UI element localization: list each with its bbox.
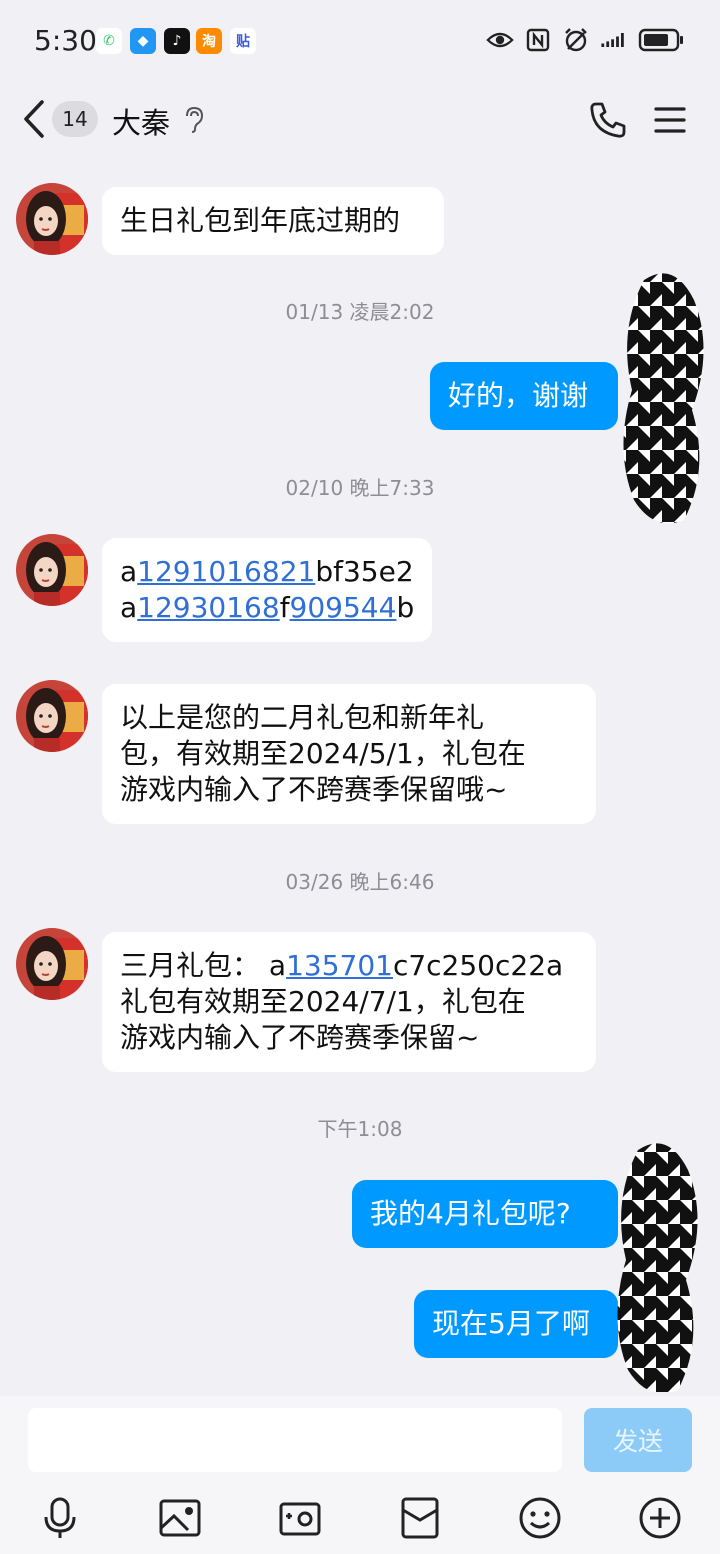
outgoing-message-bubble[interactable]: 我的4月礼包呢?	[352, 1180, 618, 1248]
contact-avatar[interactable]	[16, 928, 88, 1000]
message-text: 好的，谢谢	[448, 379, 589, 412]
timestamp-divider: 03/26 晚上6:46	[285, 870, 435, 894]
message-text: a	[120, 555, 138, 588]
contact-avatar[interactable]	[16, 680, 88, 752]
message-text: 以上是您的二月礼包和新年礼	[120, 701, 485, 734]
redaction-scribble	[608, 1140, 712, 1396]
message-text: bf35e2	[315, 555, 414, 588]
message-text: 生日礼包到年底过期的	[120, 204, 401, 237]
tieba-app-icon: 贴	[230, 28, 256, 54]
message-line: a1291016821bf35e2	[120, 554, 414, 590]
message-line: 游戏内输入了不跨赛季保留哦~	[120, 772, 578, 808]
message-line: 现在5月了啊	[432, 1306, 600, 1342]
message-text: 游戏内输入了不跨赛季保留~	[120, 1021, 480, 1054]
voice-call-button[interactable]	[588, 100, 628, 140]
image-icon[interactable]	[158, 1496, 202, 1540]
message-line: a12930168f909544b	[120, 590, 414, 626]
earpiece-mode-icon	[182, 106, 206, 134]
plus-icon[interactable]	[638, 1496, 682, 1540]
code-link[interactable]: 12930168	[137, 591, 280, 624]
timestamp-divider: 02/10 晚上7:33	[285, 476, 435, 500]
timestamp-divider: 01/13 凌晨2:02	[285, 300, 435, 324]
signal-icon	[600, 26, 628, 54]
chat-title[interactable]: 大秦	[112, 100, 170, 142]
message-text: 礼包有效期至2024/7/1，礼包在	[120, 985, 526, 1018]
contact-avatar[interactable]	[16, 534, 88, 606]
status-time: 5:30	[34, 24, 97, 57]
taobao-app-icon: 淘	[196, 28, 222, 54]
microphone-icon[interactable]	[38, 1496, 82, 1540]
incoming-message-bubble[interactable]: 生日礼包到年底过期的	[102, 187, 444, 255]
code-link[interactable]: 1291016821	[137, 555, 315, 588]
code-link[interactable]: 135701	[286, 949, 393, 982]
send-button[interactable]: 发送	[584, 1408, 692, 1472]
unread-count-badge[interactable]: 14	[52, 101, 98, 137]
message-text: 三月礼包： a	[120, 949, 287, 982]
tiktok-app-icon: ♪	[164, 28, 190, 54]
message-text: 我的4月礼包呢?	[370, 1197, 571, 1230]
alarm-icon	[562, 26, 590, 54]
incoming-message-bubble[interactable]: 三月礼包： a135701c7c250c22a 礼包有效期至2024/7/1，礼包…	[102, 932, 596, 1072]
outgoing-message-bubble[interactable]: 现在5月了啊	[414, 1290, 618, 1358]
outgoing-message-bubble[interactable]: 好的，谢谢	[430, 362, 618, 430]
composer-bar: 发送	[0, 1396, 720, 1554]
nfc-icon	[524, 26, 552, 54]
message-text: f	[279, 591, 290, 624]
timestamp-divider: 下午1:08	[317, 1117, 403, 1141]
message-text: c7c250c22a	[392, 949, 564, 982]
menu-button[interactable]	[652, 102, 688, 138]
eye-icon	[486, 26, 514, 54]
message-text: 游戏内输入了不跨赛季保留哦~	[120, 773, 508, 806]
message-line: 我的4月礼包呢?	[370, 1196, 600, 1232]
chat-header: 14 大秦	[0, 82, 720, 164]
messages-app-icon: ◆	[130, 28, 156, 54]
camera-icon[interactable]	[278, 1496, 322, 1540]
status-bar: 5:30 ✆ ◆ ♪ 淘贴	[0, 0, 720, 82]
message-line: 以上是您的二月礼包和新年礼	[120, 700, 578, 736]
message-line: 包，有效期至2024/5/1，礼包在	[120, 736, 578, 772]
incoming-message-bubble[interactable]: 以上是您的二月礼包和新年礼 包，有效期至2024/5/1，礼包在 游戏内输入了不跨赛…	[102, 684, 596, 824]
code-link[interactable]: 909544	[290, 591, 397, 624]
message-line: 生日礼包到年底过期的	[120, 203, 426, 239]
phone-app-icon: ✆	[96, 28, 122, 54]
incoming-message-bubble[interactable]: a1291016821bf35e2 a12930168f909544b	[102, 538, 433, 642]
battery-icon	[638, 26, 686, 54]
message-line: 三月礼包： a135701c7c250c22a	[120, 948, 578, 984]
message-input[interactable]	[28, 1408, 562, 1472]
message-text: 现在5月了啊	[432, 1307, 590, 1340]
redaction-scribble	[614, 270, 710, 534]
back-button[interactable]	[20, 98, 52, 140]
red-packet-icon[interactable]	[398, 1496, 442, 1540]
contact-avatar[interactable]	[16, 183, 88, 255]
message-text: 包，有效期至2024/5/1，礼包在	[120, 737, 526, 770]
message-line: 游戏内输入了不跨赛季保留~	[120, 1020, 578, 1056]
message-text: a	[120, 591, 138, 624]
message-line: 礼包有效期至2024/7/1，礼包在	[120, 984, 578, 1020]
emoji-icon[interactable]	[518, 1496, 562, 1540]
message-line: 好的，谢谢	[448, 378, 600, 414]
message-text: b	[396, 591, 415, 624]
